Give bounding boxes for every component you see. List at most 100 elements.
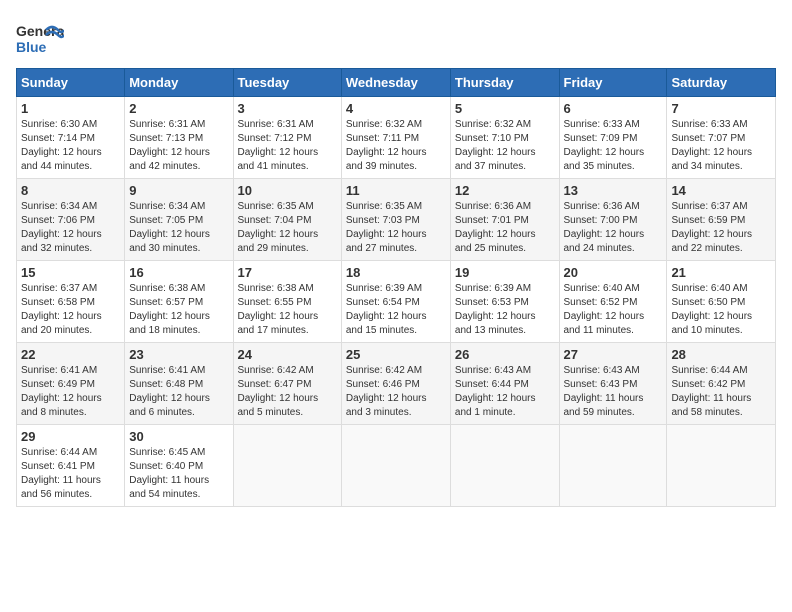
calendar-cell: 27 Sunrise: 6:43 AM Sunset: 6:43 PM Dayli… — [559, 343, 667, 425]
calendar-cell — [233, 425, 341, 507]
svg-text:General: General — [16, 23, 64, 39]
weekday-header-sunday: Sunday — [17, 69, 125, 97]
day-number: 27 — [564, 347, 663, 362]
calendar-cell: 3 Sunrise: 6:31 AM Sunset: 7:12 PM Daylig… — [233, 97, 341, 179]
day-info: Sunrise: 6:39 AM Sunset: 6:53 PM Dayligh… — [455, 282, 555, 338]
calendar-cell: 14 Sunrise: 6:37 AM Sunset: 6:59 PM Dayli… — [667, 179, 776, 261]
day-info: Sunrise: 6:42 AM Sunset: 6:47 PM Dayligh… — [238, 364, 337, 420]
day-info: Sunrise: 6:43 AM Sunset: 6:43 PM Dayligh… — [564, 364, 663, 420]
day-number: 2 — [129, 101, 228, 116]
weekday-header-row: SundayMondayTuesdayWednesdayThursdayFrid… — [17, 69, 776, 97]
calendar-cell: 21 Sunrise: 6:40 AM Sunset: 6:50 PM Dayli… — [667, 261, 776, 343]
calendar-cell: 13 Sunrise: 6:36 AM Sunset: 7:00 PM Dayli… — [559, 179, 667, 261]
page-header: General Blue — [16, 16, 776, 58]
day-info: Sunrise: 6:31 AM Sunset: 7:12 PM Dayligh… — [238, 118, 337, 174]
day-number: 7 — [671, 101, 771, 116]
calendar-cell: 6 Sunrise: 6:33 AM Sunset: 7:09 PM Daylig… — [559, 97, 667, 179]
day-number: 26 — [455, 347, 555, 362]
day-number: 11 — [346, 183, 446, 198]
calendar-cell: 26 Sunrise: 6:43 AM Sunset: 6:44 PM Dayli… — [450, 343, 559, 425]
day-number: 17 — [238, 265, 337, 280]
day-info: Sunrise: 6:40 AM Sunset: 6:52 PM Dayligh… — [564, 282, 663, 338]
calendar-cell: 29Sunrise: 6:44 AM Sunset: 6:41 PM Dayli… — [17, 425, 125, 507]
calendar-cell: 10 Sunrise: 6:35 AM Sunset: 7:04 PM Dayli… — [233, 179, 341, 261]
calendar-cell: 18Sunrise: 6:39 AM Sunset: 6:54 PM Dayli… — [341, 261, 450, 343]
calendar-cell: 7 Sunrise: 6:33 AM Sunset: 7:07 PM Daylig… — [667, 97, 776, 179]
day-info: Sunrise: 6:38 AM Sunset: 6:55 PM Dayligh… — [238, 282, 337, 338]
day-number: 18 — [346, 265, 446, 280]
day-info: Sunrise: 6:43 AM Sunset: 6:44 PM Dayligh… — [455, 364, 555, 420]
calendar-cell: 25Sunrise: 6:42 AM Sunset: 6:46 PM Dayli… — [341, 343, 450, 425]
calendar-cell: 28 Sunrise: 6:44 AM Sunset: 6:42 PM Dayli… — [667, 343, 776, 425]
day-number: 1 — [21, 101, 120, 116]
calendar-cell: 19 Sunrise: 6:39 AM Sunset: 6:53 PM Dayli… — [450, 261, 559, 343]
calendar-body: 1 Sunrise: 6:30 AM Sunset: 7:14 PM Daylig… — [17, 97, 776, 507]
day-info: Sunrise: 6:37 AM Sunset: 6:58 PM Dayligh… — [21, 282, 120, 338]
calendar-cell: 24 Sunrise: 6:42 AM Sunset: 6:47 PM Dayli… — [233, 343, 341, 425]
day-info: Sunrise: 6:38 AM Sunset: 6:57 PM Dayligh… — [129, 282, 228, 338]
day-number: 16 — [129, 265, 228, 280]
day-info: Sunrise: 6:40 AM Sunset: 6:50 PM Dayligh… — [671, 282, 771, 338]
day-info: Sunrise: 6:45 AM Sunset: 6:40 PM Dayligh… — [129, 446, 228, 502]
day-number: 4 — [346, 101, 446, 116]
calendar-cell — [667, 425, 776, 507]
weekday-header-tuesday: Tuesday — [233, 69, 341, 97]
calendar-cell: 8Sunrise: 6:34 AM Sunset: 7:06 PM Daylig… — [17, 179, 125, 261]
calendar-week-row: 22Sunrise: 6:41 AM Sunset: 6:49 PM Dayli… — [17, 343, 776, 425]
calendar-week-row: 1 Sunrise: 6:30 AM Sunset: 7:14 PM Daylig… — [17, 97, 776, 179]
logo: General Blue — [16, 16, 64, 58]
calendar-cell: 20 Sunrise: 6:40 AM Sunset: 6:52 PM Dayli… — [559, 261, 667, 343]
svg-text:Blue: Blue — [16, 39, 47, 55]
calendar-header: SundayMondayTuesdayWednesdayThursdayFrid… — [17, 69, 776, 97]
day-number: 15 — [21, 265, 120, 280]
day-number: 19 — [455, 265, 555, 280]
day-number: 10 — [238, 183, 337, 198]
day-info: Sunrise: 6:30 AM Sunset: 7:14 PM Dayligh… — [21, 118, 120, 174]
day-number: 3 — [238, 101, 337, 116]
day-info: Sunrise: 6:35 AM Sunset: 7:03 PM Dayligh… — [346, 200, 446, 256]
calendar-week-row: 29Sunrise: 6:44 AM Sunset: 6:41 PM Dayli… — [17, 425, 776, 507]
day-number: 28 — [671, 347, 771, 362]
day-info: Sunrise: 6:41 AM Sunset: 6:48 PM Dayligh… — [129, 364, 228, 420]
calendar-cell: 15 Sunrise: 6:37 AM Sunset: 6:58 PM Dayli… — [17, 261, 125, 343]
calendar-cell: 23 Sunrise: 6:41 AM Sunset: 6:48 PM Dayli… — [125, 343, 233, 425]
day-info: Sunrise: 6:34 AM Sunset: 7:06 PM Dayligh… — [21, 200, 120, 256]
day-info: Sunrise: 6:44 AM Sunset: 6:42 PM Dayligh… — [671, 364, 771, 420]
day-number: 29 — [21, 429, 120, 444]
day-number: 14 — [671, 183, 771, 198]
day-info: Sunrise: 6:37 AM Sunset: 6:59 PM Dayligh… — [671, 200, 771, 256]
weekday-header-monday: Monday — [125, 69, 233, 97]
calendar-table: SundayMondayTuesdayWednesdayThursdayFrid… — [16, 68, 776, 507]
day-info: Sunrise: 6:32 AM Sunset: 7:10 PM Dayligh… — [455, 118, 555, 174]
day-number: 13 — [564, 183, 663, 198]
day-info: Sunrise: 6:36 AM Sunset: 7:00 PM Dayligh… — [564, 200, 663, 256]
calendar-cell: 16 Sunrise: 6:38 AM Sunset: 6:57 PM Dayli… — [125, 261, 233, 343]
calendar-cell — [450, 425, 559, 507]
day-info: Sunrise: 6:33 AM Sunset: 7:07 PM Dayligh… — [671, 118, 771, 174]
day-number: 22 — [21, 347, 120, 362]
day-number: 23 — [129, 347, 228, 362]
weekday-header-wednesday: Wednesday — [341, 69, 450, 97]
day-number: 24 — [238, 347, 337, 362]
weekday-header-friday: Friday — [559, 69, 667, 97]
logo-icon: General Blue — [16, 16, 64, 58]
calendar-cell: 4 Sunrise: 6:32 AM Sunset: 7:11 PM Daylig… — [341, 97, 450, 179]
day-number: 20 — [564, 265, 663, 280]
day-number: 6 — [564, 101, 663, 116]
calendar-cell — [341, 425, 450, 507]
calendar-cell: 17 Sunrise: 6:38 AM Sunset: 6:55 PM Dayli… — [233, 261, 341, 343]
day-number: 5 — [455, 101, 555, 116]
day-number: 9 — [129, 183, 228, 198]
day-info: Sunrise: 6:35 AM Sunset: 7:04 PM Dayligh… — [238, 200, 337, 256]
calendar-cell: 1 Sunrise: 6:30 AM Sunset: 7:14 PM Daylig… — [17, 97, 125, 179]
day-info: Sunrise: 6:31 AM Sunset: 7:13 PM Dayligh… — [129, 118, 228, 174]
day-number: 21 — [671, 265, 771, 280]
day-number: 12 — [455, 183, 555, 198]
day-info: Sunrise: 6:32 AM Sunset: 7:11 PM Dayligh… — [346, 118, 446, 174]
calendar-cell: 30Sunrise: 6:45 AM Sunset: 6:40 PM Dayli… — [125, 425, 233, 507]
weekday-header-thursday: Thursday — [450, 69, 559, 97]
day-info: Sunrise: 6:33 AM Sunset: 7:09 PM Dayligh… — [564, 118, 663, 174]
day-number: 25 — [346, 347, 446, 362]
calendar-week-row: 15 Sunrise: 6:37 AM Sunset: 6:58 PM Dayli… — [17, 261, 776, 343]
calendar-week-row: 8Sunrise: 6:34 AM Sunset: 7:06 PM Daylig… — [17, 179, 776, 261]
